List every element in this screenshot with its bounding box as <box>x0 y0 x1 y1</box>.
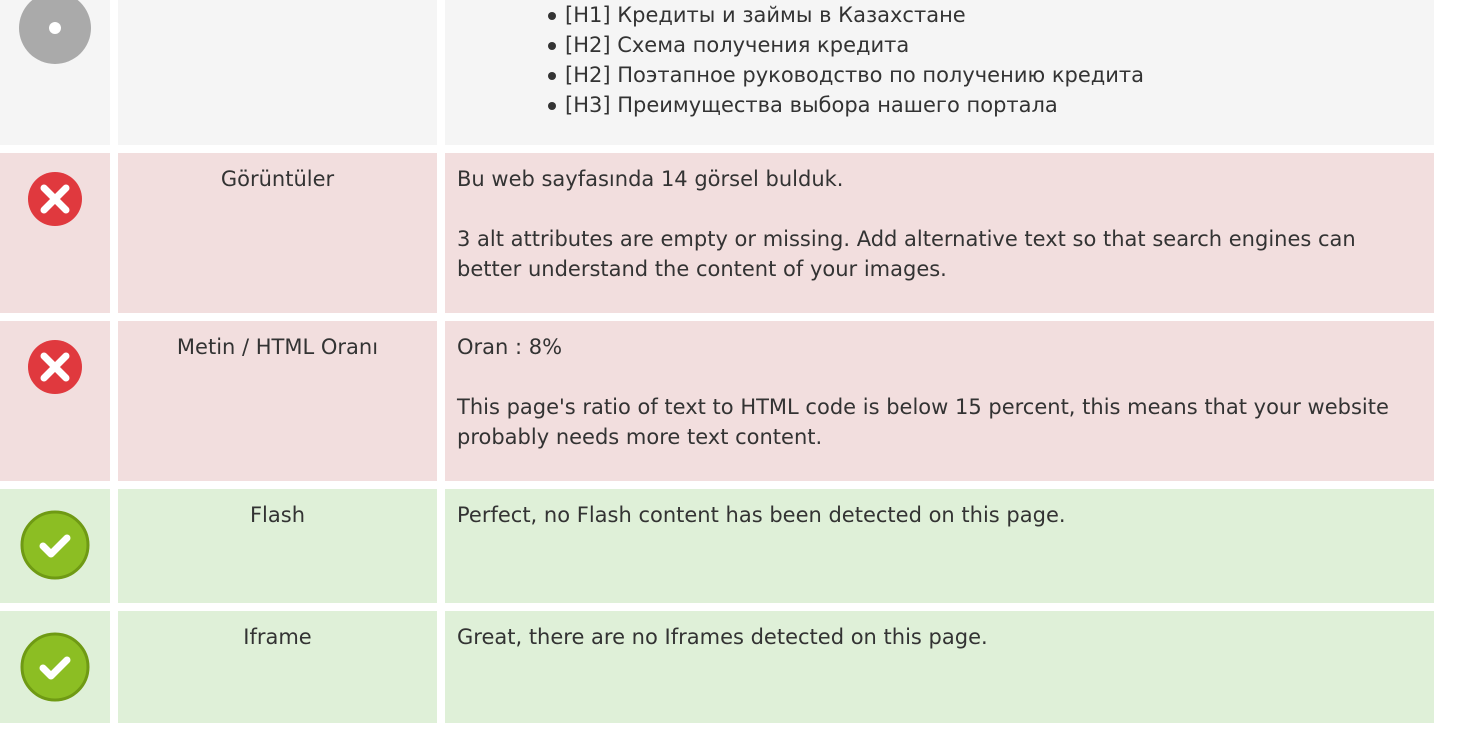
description-line: 3 alt attributes are empty or missing. A… <box>457 227 1356 281</box>
heading-item: [H2] Поэтапное руководство по получению … <box>547 60 1422 90</box>
check-description: Perfect, no Flash content has been detec… <box>445 489 1434 603</box>
info-circle-icon <box>19 0 91 64</box>
heading-item: [H3] Преимущества выбора нашего портала <box>547 90 1422 120</box>
description-line: This page's ratio of text to HTML code i… <box>457 395 1389 449</box>
check-icon <box>20 632 90 702</box>
check-name: Iframe <box>118 611 437 723</box>
status-icon-cell <box>0 321 110 481</box>
status-icon-cell <box>0 611 110 723</box>
result-row-text-ratio: Metin / HTML Oranı Oran : 8% This page's… <box>0 321 1434 481</box>
headings-desc-cell: [H1] Кредиты и займы в Казахстане [H2] С… <box>445 0 1434 145</box>
error-x-icon <box>28 340 82 394</box>
result-row-images: Görüntüler Bu web sayfasında 14 görsel b… <box>0 153 1434 313</box>
error-x-icon <box>28 172 82 226</box>
check-name: Flash <box>118 489 437 603</box>
check-name: Metin / HTML Oranı <box>118 321 437 481</box>
description-line: Oran : 8% <box>457 335 563 359</box>
headings-row: [H1] Кредиты и займы в Казахстане [H2] С… <box>0 0 1434 145</box>
description-line: Bu web sayfasında 14 görsel bulduk. <box>457 167 844 191</box>
check-description: Oran : 8% This page's ratio of text to H… <box>445 321 1434 481</box>
heading-item: [H1] Кредиты и займы в Казахстане <box>547 0 1422 30</box>
headings-list: [H1] Кредиты и займы в Казахстане [H2] С… <box>457 0 1422 120</box>
status-icon-cell <box>0 489 110 603</box>
check-description: Bu web sayfasında 14 görsel bulduk. 3 al… <box>445 153 1434 313</box>
result-row-iframe: Iframe Great, there are no Iframes detec… <box>0 611 1434 723</box>
check-description: Great, there are no Iframes detected on … <box>445 611 1434 723</box>
headings-icon-cell <box>0 0 110 145</box>
result-row-flash: Flash Perfect, no Flash content has been… <box>0 489 1434 603</box>
description-line: Great, there are no Iframes detected on … <box>457 625 988 649</box>
headings-name-cell <box>118 0 437 145</box>
check-icon <box>20 510 90 580</box>
status-icon-cell <box>0 153 110 313</box>
heading-item: [H2] Схема получения кредита <box>547 30 1422 60</box>
description-line: Perfect, no Flash content has been detec… <box>457 503 1066 527</box>
check-name: Görüntüler <box>118 153 437 313</box>
